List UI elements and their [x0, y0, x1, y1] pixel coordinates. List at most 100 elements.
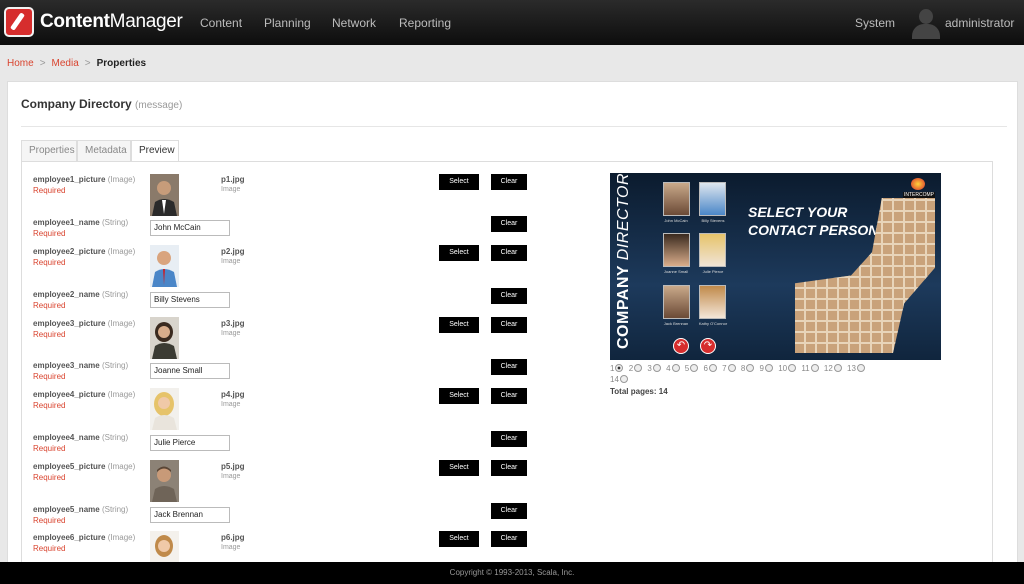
select-button[interactable]: Select	[439, 245, 479, 261]
clear-button[interactable]: Clear	[491, 460, 527, 476]
employee-photo-thumbnail[interactable]	[150, 388, 179, 430]
employee-photo-thumbnail[interactable]	[150, 531, 179, 562]
required-label: Required	[33, 186, 66, 195]
radio-icon[interactable]	[856, 364, 865, 372]
nav-system[interactable]: System	[855, 16, 895, 30]
footer-copyright: Copyright © 1993-2013, Scala, Inc.	[0, 562, 1024, 584]
page-radio-1[interactable]: 1	[610, 363, 624, 374]
page-radio-13[interactable]: 13	[847, 363, 865, 374]
page-radio-11[interactable]: 11	[801, 363, 819, 374]
select-button[interactable]: Select	[439, 460, 479, 476]
preview-photo[interactable]	[699, 285, 726, 319]
radio-icon[interactable]	[634, 364, 643, 372]
preview-pagination: 1 2 3 4 5 6 7 8 9 10 11 12 13 14	[610, 363, 890, 385]
app-logo-icon[interactable]	[4, 7, 34, 37]
radio-icon[interactable]	[833, 364, 842, 372]
breadcrumb-home[interactable]: Home	[7, 58, 34, 69]
radio-icon[interactable]	[690, 364, 699, 372]
nav-network[interactable]: Network	[332, 16, 376, 30]
page-radio-3[interactable]: 3	[647, 363, 661, 374]
required-label: Required	[33, 258, 66, 267]
radio-icon[interactable]	[764, 364, 773, 372]
file-name: p4.jpg	[221, 390, 245, 399]
clear-button[interactable]: Clear	[491, 174, 527, 190]
app-brand[interactable]: ContentManager	[40, 11, 183, 33]
page-radio-12[interactable]: 12	[824, 363, 842, 374]
clear-button[interactable]: Clear	[491, 503, 527, 519]
required-label: Required	[33, 401, 66, 410]
radio-icon[interactable]	[810, 364, 819, 372]
required-label: Required	[33, 444, 66, 453]
required-label: Required	[33, 372, 66, 381]
select-button[interactable]: Select	[439, 531, 479, 547]
user-avatar-icon[interactable]	[910, 7, 942, 39]
page-radio-4[interactable]: 4	[666, 363, 680, 374]
preview-caption: Jack Brennan	[663, 321, 689, 326]
preview-caption: Joanne Small	[663, 269, 689, 274]
radio-icon[interactable]	[652, 364, 661, 372]
preview-back-arrow-icon[interactable]: ↶	[673, 338, 689, 354]
employee-name-input[interactable]: Joanne Small	[150, 363, 230, 379]
tab-preview[interactable]: Preview	[131, 140, 179, 162]
field-label: employee4_name (String)	[33, 433, 129, 442]
breadcrumb-media[interactable]: Media	[52, 58, 79, 69]
employee-photo-thumbnail[interactable]	[150, 317, 179, 359]
radio-icon[interactable]	[671, 364, 680, 372]
preview-photo[interactable]	[663, 233, 690, 267]
page-radio-5[interactable]: 5	[685, 363, 699, 374]
radio-icon[interactable]	[619, 375, 628, 383]
nav-planning[interactable]: Planning	[264, 16, 311, 30]
field-label: employee6_picture (Image)	[33, 533, 136, 542]
clear-button[interactable]: Clear	[491, 388, 527, 404]
user-menu[interactable]: administrator	[945, 16, 1014, 30]
employee-name-input[interactable]: John McCain	[150, 220, 230, 236]
select-button[interactable]: Select	[439, 174, 479, 190]
intercomp-logo-icon	[903, 178, 935, 200]
employee-photo-thumbnail[interactable]	[150, 245, 179, 287]
employee-name-input[interactable]: Jack Brennan	[150, 507, 230, 523]
page-radio-2[interactable]: 2	[629, 363, 643, 374]
radio-icon[interactable]	[727, 364, 736, 372]
nav-reporting[interactable]: Reporting	[399, 16, 451, 30]
preview-photo[interactable]	[663, 285, 690, 319]
file-name: p6.jpg	[221, 533, 245, 542]
preview-vertical-title: COMPANY DIRECTORY	[615, 173, 632, 349]
radio-icon[interactable]	[708, 364, 717, 372]
clear-button[interactable]: Clear	[491, 431, 527, 447]
required-label: Required	[33, 544, 66, 553]
employee-name-input[interactable]: Billy Stevens	[150, 292, 230, 308]
clear-button[interactable]: Clear	[491, 317, 527, 333]
clear-button[interactable]: Clear	[491, 245, 527, 261]
preview-photo[interactable]	[699, 233, 726, 267]
preview-forward-arrow-icon[interactable]: ↷	[700, 338, 716, 354]
employee-name-input[interactable]: Julie Pierce	[150, 435, 230, 451]
employee-photo-thumbnail[interactable]	[150, 460, 179, 502]
preview-photo[interactable]	[699, 182, 726, 216]
radio-icon[interactable]	[788, 364, 797, 372]
page-radio-14[interactable]: 14	[610, 374, 628, 385]
clear-button[interactable]: Clear	[491, 216, 527, 232]
clear-button[interactable]: Clear	[491, 288, 527, 304]
page-radio-8[interactable]: 8	[741, 363, 755, 374]
file-type: Image	[221, 186, 241, 193]
required-label: Required	[33, 473, 66, 482]
select-button[interactable]: Select	[439, 317, 479, 333]
page-radio-7[interactable]: 7	[722, 363, 736, 374]
clear-button[interactable]: Clear	[491, 531, 527, 547]
employee-photo-thumbnail[interactable]	[150, 174, 179, 216]
file-type: Image	[221, 330, 241, 337]
tab-metadata[interactable]: Metadata	[77, 140, 131, 161]
page-radio-10[interactable]: 10	[778, 363, 797, 374]
preview-photo[interactable]	[663, 182, 690, 216]
select-button[interactable]: Select	[439, 388, 479, 404]
nav-content[interactable]: Content	[200, 16, 242, 30]
clear-button[interactable]: Clear	[491, 359, 527, 375]
tab-properties[interactable]: Properties	[21, 140, 77, 161]
radio-icon[interactable]	[746, 364, 755, 372]
preview-caption: Julie Pierce	[702, 269, 724, 274]
file-type: Image	[221, 258, 241, 265]
preview-caption: Billy Stevens	[701, 218, 725, 223]
radio-selected-icon[interactable]	[615, 364, 624, 372]
page-radio-6[interactable]: 6	[703, 363, 717, 374]
page-radio-9[interactable]: 9	[760, 363, 773, 374]
